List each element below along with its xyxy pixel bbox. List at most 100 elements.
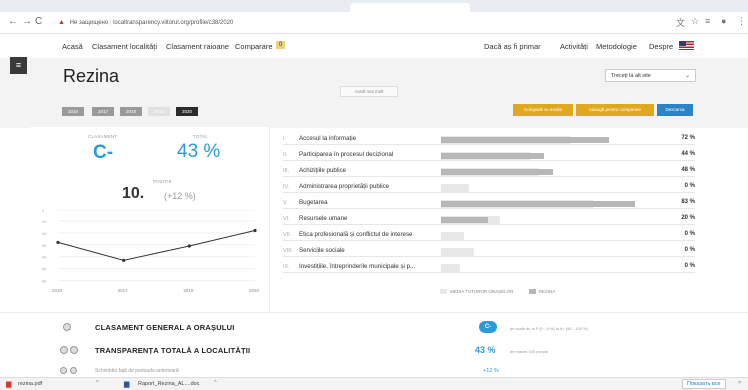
- download-file-1[interactable]: rezina.pdf: [18, 381, 42, 387]
- chart-y-tick: 50: [42, 267, 47, 272]
- year-2017[interactable]: 2017: [92, 107, 114, 116]
- chart-x-tick: 2017: [118, 288, 129, 293]
- chevron-down-icon: ⌄: [685, 73, 690, 79]
- chapter-title: Achizițiile publice: [299, 167, 347, 174]
- site-select[interactable]: Treceți la alt site ⌄: [605, 69, 696, 82]
- chapter-row[interactable]: IV. Administrarea proprietății publice 0 %: [283, 182, 695, 193]
- forward-icon[interactable]: →: [22, 16, 32, 27]
- back-icon[interactable]: ←: [8, 16, 18, 27]
- chart-y-ticks: 1 10 20 30 40 50 60: [42, 208, 47, 283]
- chapter-bar-city: [441, 201, 636, 207]
- medal-icon: [70, 346, 78, 354]
- medal-icon: [63, 323, 71, 331]
- address-bar[interactable]: ▲ Не защищено | localtransparency.viitor…: [58, 15, 663, 31]
- chart-point: [122, 258, 126, 262]
- chart-x-tick: 2018: [52, 288, 63, 293]
- chart-y-tick: 10: [42, 219, 47, 224]
- nav-activities[interactable]: Activități: [560, 42, 588, 51]
- chevron-up-icon[interactable]: ^: [96, 380, 99, 386]
- profile-icon[interactable]: ●: [721, 16, 726, 26]
- translate-icon[interactable]: 文: [676, 16, 685, 29]
- chapter-bar-average: [441, 248, 474, 257]
- nav-localities-ranking[interactable]: Clasament localități: [92, 42, 157, 51]
- general-rank-note: pe scala de la F (0 - 9 %) la A+ (80 - 1…: [510, 326, 588, 331]
- legend-city-label: REZINA: [538, 289, 556, 294]
- section-divider: [0, 312, 748, 313]
- year-2018[interactable]: 2018: [120, 107, 142, 116]
- chapter-title: Accesul la informație: [299, 135, 357, 142]
- chart-y-tick: 40: [42, 255, 47, 260]
- chart-grid: [58, 209, 255, 282]
- extensions-icon[interactable]: ≡: [705, 16, 710, 26]
- chapter-row[interactable]: III. Achizițiile publice 48 %: [283, 166, 695, 177]
- show-all-downloads-button[interactable]: Показать все: [682, 379, 726, 389]
- chart-x-ticks: 2018 2017 2018 2020: [52, 288, 260, 293]
- medal-icon: [60, 367, 67, 374]
- pdf-icon: ▆: [6, 381, 12, 388]
- position-history-chart: 1 10 20 30 40 50 60 2018 2017 2018 2020: [42, 208, 260, 293]
- year-2019[interactable]: 2019: [148, 107, 170, 116]
- chapter-bar-city: [441, 137, 610, 143]
- reload-icon[interactable]: C: [35, 16, 42, 27]
- chapter-title: Etica profesională și conflictul de inte…: [299, 231, 413, 238]
- close-icon[interactable]: ×: [738, 380, 741, 386]
- chapter-percent: 0 %: [684, 247, 695, 253]
- chapter-row[interactable]: VII. Etica profesională și conflictul de …: [283, 230, 695, 241]
- warning-icon: ▲: [58, 19, 65, 26]
- download-file-2[interactable]: Raport_Rezina_AL....doc: [138, 381, 199, 387]
- browser-toolbar: ← → C ▲ Не защищено | localtransparency.…: [0, 12, 748, 34]
- chapter-bar-city: [441, 169, 554, 175]
- summary-card: CLASAMENT C- TOTAL 43 % POZIȚIE 10. (+12…: [30, 127, 270, 312]
- chapter-row[interactable]: VIII. Serviciile sociale 0 %: [283, 246, 695, 257]
- star-icon[interactable]: ☆: [691, 16, 699, 27]
- total-transparency-note: de maxim 100 puncte: [510, 349, 549, 354]
- grade-value: C-: [93, 142, 114, 163]
- chart-point: [253, 228, 257, 233]
- chart-y-tick: 30: [42, 243, 47, 248]
- browser-tab[interactable]: [350, 3, 470, 12]
- chart-series-line: [57, 229, 256, 261]
- site-select-value: Treceți la alt site: [611, 73, 651, 79]
- chevron-up-icon[interactable]: ^: [214, 380, 217, 386]
- nav-if-mayor[interactable]: Dacă aș fi primar: [484, 42, 541, 51]
- chapter-row[interactable]: I. Accesul la informație 72 %: [283, 134, 695, 145]
- url-text: localtransparency.viitorul.org/profile/c…: [113, 20, 234, 26]
- year-2020[interactable]: 2020: [176, 107, 198, 116]
- hamburger-menu-icon[interactable]: ≡: [10, 57, 27, 74]
- chapter-title: Investițiile, întreprinderile municipale…: [299, 263, 416, 270]
- language-flag-icon[interactable]: [679, 41, 694, 50]
- compare-average-button[interactable]: Compară cu media: [513, 104, 573, 116]
- chapter-title: Serviciile sociale: [299, 247, 345, 254]
- download-button[interactable]: Descarca: [657, 104, 693, 116]
- general-rank-title: CLASAMENT GENERAL A ORAȘULUI: [95, 323, 235, 332]
- nav-districts-ranking[interactable]: Clasament raioane: [166, 42, 229, 51]
- chapter-title: Participarea în procesul decizional: [299, 151, 394, 158]
- total-label: TOTAL: [193, 134, 209, 139]
- menu-dots-icon[interactable]: ⋮: [737, 16, 746, 27]
- legend-avg-label: MEDIA TUTUROR ORAȘELOR: [450, 289, 514, 294]
- position-value: 10.: [122, 185, 145, 202]
- position-delta: (+12 %): [164, 191, 196, 201]
- chapter-title: Administrarea proprietății publice: [299, 183, 390, 190]
- chart-y-tick: 20: [42, 231, 47, 236]
- chapter-row[interactable]: II. Participarea în procesul decizional 44…: [283, 150, 695, 161]
- show-more-button[interactable]: Arată mai mult: [340, 86, 398, 97]
- medal-icon: [60, 346, 68, 354]
- nav-methodology[interactable]: Metodologie: [596, 42, 637, 51]
- nav-home[interactable]: Acasă: [62, 42, 83, 51]
- add-compare-button[interactable]: Adaugă pentru comparare: [576, 104, 654, 116]
- chart-y-tick: 1: [42, 208, 45, 213]
- chapter-percent: 0 %: [684, 231, 695, 237]
- browser-tabstrip: [0, 0, 748, 12]
- chapter-row[interactable]: VI. Resursele umane 20 %: [283, 214, 695, 225]
- nav-about[interactable]: Despre: [649, 42, 673, 51]
- nav-compare[interactable]: Comparare: [235, 42, 273, 51]
- compare-count-badge: 0: [276, 41, 286, 49]
- page-title: Rezina: [63, 66, 120, 86]
- year-2016[interactable]: 2016: [62, 107, 84, 116]
- chapter-row[interactable]: IX. Investițiile, întreprinderile municip…: [283, 262, 695, 273]
- chapter-bar-average: [441, 184, 470, 193]
- chapter-percent: 0 %: [684, 183, 695, 189]
- chapter-row[interactable]: V. Bugetarea 83 %: [283, 198, 695, 209]
- change-value: +12 %: [483, 368, 499, 374]
